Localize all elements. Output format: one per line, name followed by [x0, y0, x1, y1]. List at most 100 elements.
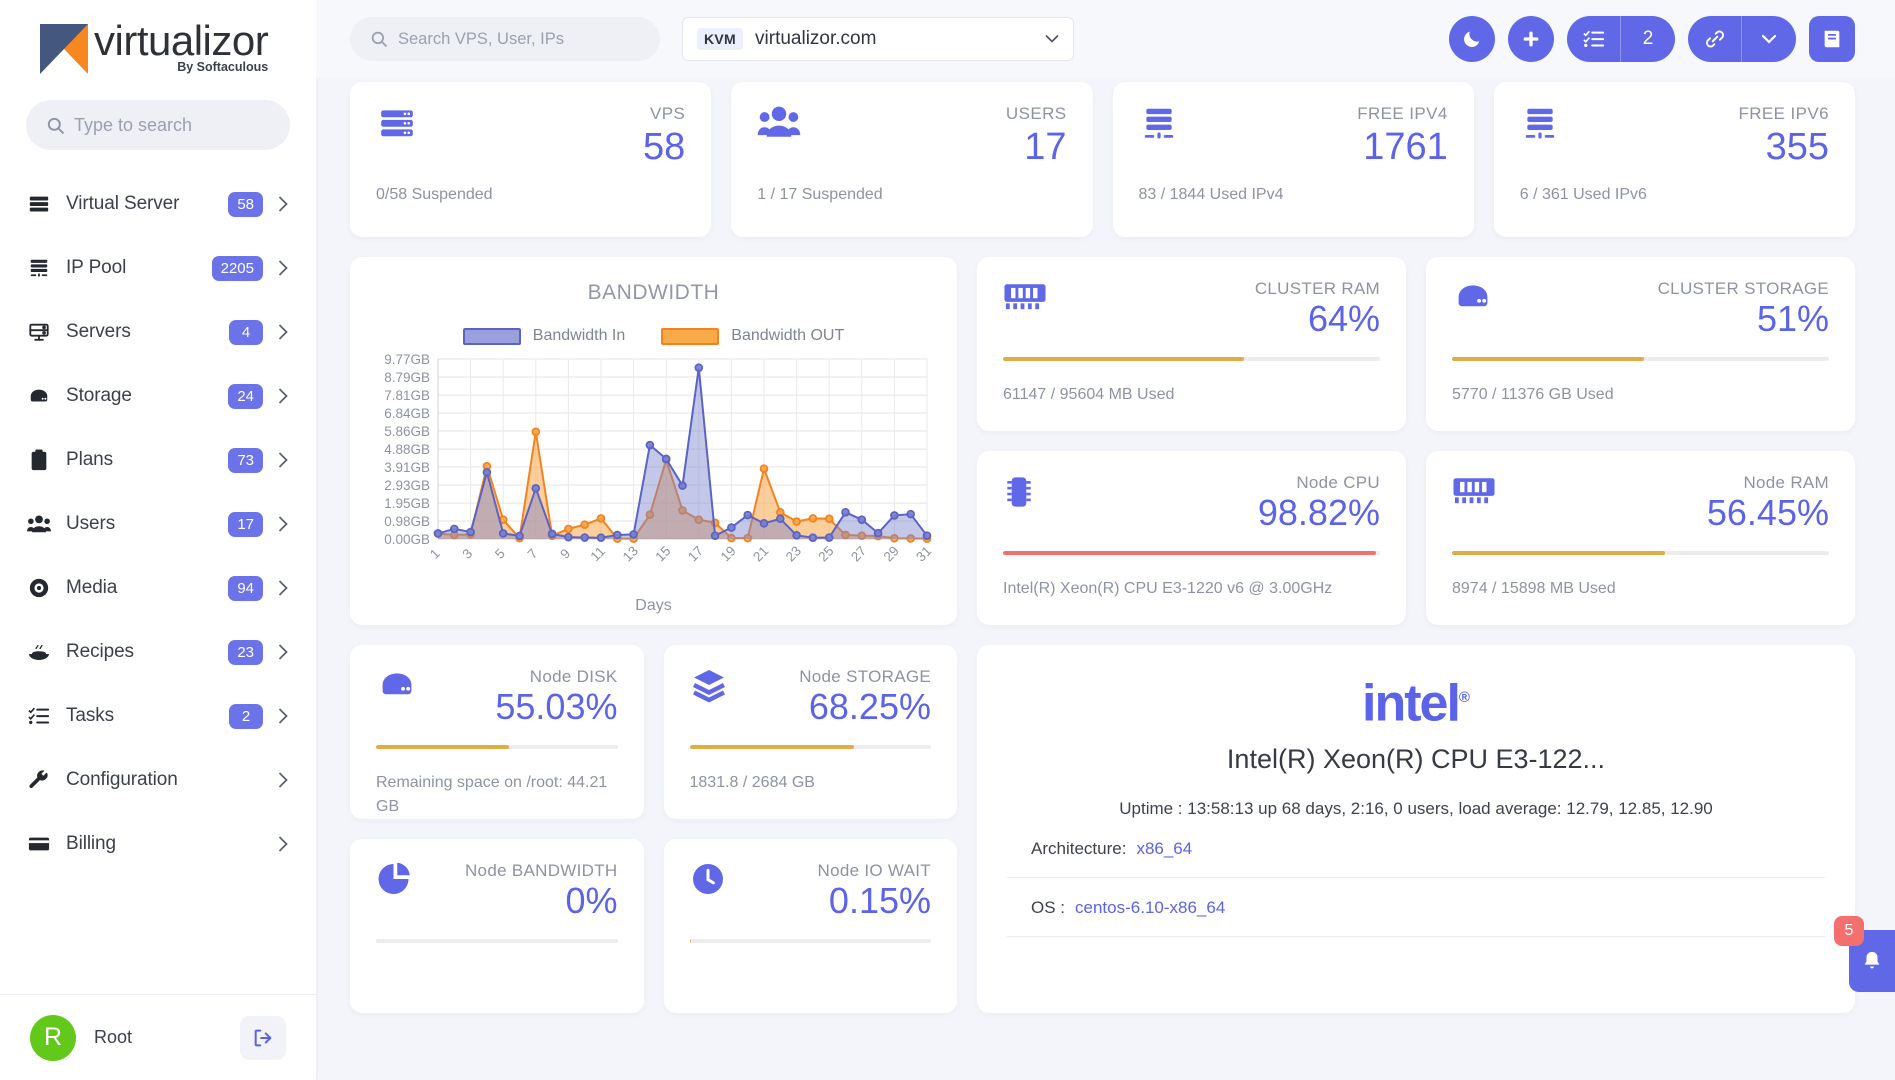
server-stack-icon	[376, 104, 430, 142]
usage-card-node-ram[interactable]: Node RAM 56.45% 8974 / 15898 MB Used	[1426, 451, 1855, 625]
usage-sub: 5770 / 11376 GB Used	[1452, 383, 1829, 407]
stat-card-free-ipv4[interactable]: FREE IPV4 1761 83 / 1844 Used IPv4	[1113, 82, 1474, 237]
sidebar-item-media[interactable]: Media 94	[0, 556, 316, 620]
host-select[interactable]: KVM virtualizor.com	[682, 17, 1074, 61]
sidebar-item-billing[interactable]: Billing	[0, 812, 316, 876]
sidebar-search-placeholder: Type to search	[74, 115, 192, 136]
usage-card-cluster-ram[interactable]: CLUSTER RAM 64% 61147 / 95604 MB Used	[977, 257, 1406, 431]
link-dropdown-button[interactable]	[1688, 16, 1796, 62]
svg-text:23: 23	[783, 543, 804, 564]
tasks-button[interactable]: 2	[1567, 16, 1675, 62]
usage-cards-column: CLUSTER RAM 64% 61147 / 95604 MB Used	[977, 257, 1855, 625]
stat-card-vps[interactable]: VPS 58 0/58 Suspended	[350, 82, 711, 237]
legend-item-out[interactable]: Bandwidth OUT	[661, 327, 844, 345]
usage-card-node-io-wait[interactable]: Node IO WAIT 0.15%	[664, 839, 958, 1013]
usage-card-node-bandwidth[interactable]: Node BANDWIDTH 0%	[350, 839, 644, 1013]
sidebar-item-tasks[interactable]: Tasks 2	[0, 684, 316, 748]
tasks-count[interactable]: 2	[1621, 16, 1675, 62]
svg-text:9: 9	[557, 546, 573, 562]
progress-bar	[1452, 357, 1829, 361]
stat-sub: 83 / 1844 Used IPv4	[1139, 186, 1448, 204]
stat-value: 355	[1738, 126, 1829, 168]
sidebar-item-users[interactable]: Users 17	[0, 492, 316, 556]
svg-text:7: 7	[525, 546, 541, 562]
svg-text:1: 1	[427, 546, 443, 562]
sidebar-item-storage[interactable]: Storage 24	[0, 364, 316, 428]
storage-icon	[26, 385, 52, 407]
sidebar-nav: Virtual Server 58 IP Pool 2205 Servers 4	[0, 172, 316, 890]
progress-bar	[376, 745, 618, 749]
tasks-icon-seg[interactable]	[1567, 16, 1621, 62]
sidebar-item-configuration[interactable]: Configuration	[0, 748, 316, 812]
sidebar: virtualizor By Softaculous Type to searc…	[0, 0, 316, 1080]
chart-and-usage-row: BANDWIDTH Bandwidth In Bandwidth OUT 0.0…	[350, 257, 1855, 625]
sidebar-item-servers[interactable]: Servers 4	[0, 300, 316, 364]
dark-mode-toggle-button[interactable]	[1449, 16, 1495, 62]
svg-text:5.86GB: 5.86GB	[384, 424, 430, 439]
plus-icon	[1520, 28, 1542, 50]
usage-card-node-cpu[interactable]: Node CPU 98.82% Intel(R) Xeon(R) CPU E3-…	[977, 451, 1406, 625]
stat-card-users[interactable]: USERS 17 1 / 17 Suspended	[731, 82, 1092, 237]
wrench-icon	[26, 769, 52, 791]
usage-value: 68.25%	[799, 687, 931, 727]
usage-sub: 61147 / 95604 MB Used	[1003, 383, 1380, 407]
chevron-seg[interactable]	[1742, 16, 1796, 62]
svg-text:0.00GB: 0.00GB	[384, 532, 430, 547]
usage-value: 98.82%	[1258, 493, 1380, 533]
stat-label: VPS	[643, 104, 685, 124]
progress-bar	[1003, 357, 1380, 361]
legend-item-in[interactable]: Bandwidth In	[463, 327, 626, 345]
sidebar-search-input[interactable]: Type to search	[26, 100, 290, 150]
svg-text:15: 15	[652, 543, 673, 564]
sidebar-item-label: Configuration	[66, 769, 263, 791]
usage-card-cluster-storage[interactable]: CLUSTER STORAGE 51% 5770 / 11376 GB Used	[1426, 257, 1855, 431]
sidebar-item-badge: 4	[229, 320, 263, 345]
svg-text:27: 27	[848, 543, 869, 564]
os-value[interactable]: centos-6.10-x86_64	[1075, 898, 1225, 918]
chevron-down-icon	[1761, 34, 1777, 44]
sidebar-item-ip-pool[interactable]: IP Pool 2205	[0, 236, 316, 300]
chevron-right-icon	[277, 706, 290, 726]
svg-text:4.88GB: 4.88GB	[384, 442, 430, 457]
chevron-right-icon	[277, 450, 290, 470]
progress-bar	[1452, 551, 1829, 555]
stats-row: VPS 58 0/58 Suspended USERS 17	[350, 82, 1855, 237]
link-seg[interactable]	[1688, 16, 1742, 62]
chart-title: BANDWIDTH	[368, 281, 939, 305]
usage-value: 51%	[1658, 299, 1829, 339]
architecture-row: Architecture: x86_64	[1007, 819, 1825, 877]
sidebar-item-label: Users	[66, 513, 214, 535]
uptime-text: Uptime : 13:58:13 up 68 days, 2:16, 0 us…	[1007, 799, 1825, 819]
usage-card-node-disk[interactable]: Node DISK 55.03% Remaining space on /roo…	[350, 645, 644, 819]
clock-icon	[690, 861, 744, 897]
sidebar-item-plans[interactable]: Plans 73	[0, 428, 316, 492]
docs-button[interactable]	[1809, 16, 1855, 62]
svg-text:1.95GB: 1.95GB	[384, 496, 430, 511]
cpu-icon	[1003, 473, 1057, 511]
progress-bar	[376, 939, 618, 943]
stat-sub: 6 / 361 Used IPv6	[1520, 186, 1829, 204]
sidebar-item-label: Media	[66, 577, 214, 599]
sidebar-item-badge: 17	[228, 512, 263, 537]
add-button[interactable]	[1508, 16, 1554, 62]
usage-label: Node CPU	[1258, 473, 1380, 493]
architecture-value[interactable]: x86_64	[1136, 839, 1192, 859]
logout-button[interactable]	[240, 1016, 286, 1060]
usage-card-node-storage[interactable]: Node STORAGE 68.25% 1831.8 / 2684 GB	[664, 645, 958, 819]
clipboard-icon	[26, 449, 52, 471]
stat-card-free-ipv6[interactable]: FREE IPV6 355 6 / 361 Used IPv6	[1494, 82, 1855, 237]
os-label: OS :	[1031, 898, 1065, 918]
users-icon	[26, 513, 52, 535]
usage-sub: 8974 / 15898 MB Used	[1452, 577, 1829, 601]
notifications-button[interactable]: 5	[1849, 930, 1895, 992]
search-input[interactable]: Search VPS, User, IPs	[350, 17, 660, 61]
sidebar-item-recipes[interactable]: Recipes 23	[0, 620, 316, 684]
stat-label: USERS	[1006, 104, 1067, 124]
sidebar-item-virtual-server[interactable]: Virtual Server 58	[0, 172, 316, 236]
brand-logo[interactable]: virtualizor By Softaculous	[0, 0, 316, 92]
tasks-icon	[26, 705, 52, 727]
stat-label: FREE IPV4	[1357, 104, 1448, 124]
ip-pool-icon	[1520, 104, 1574, 142]
bandwidth-chart-svg[interactable]: 0.00GB0.98GB1.95GB2.93GB3.91GB4.88GB5.86…	[368, 353, 939, 601]
svg-text:2.93GB: 2.93GB	[384, 478, 430, 493]
